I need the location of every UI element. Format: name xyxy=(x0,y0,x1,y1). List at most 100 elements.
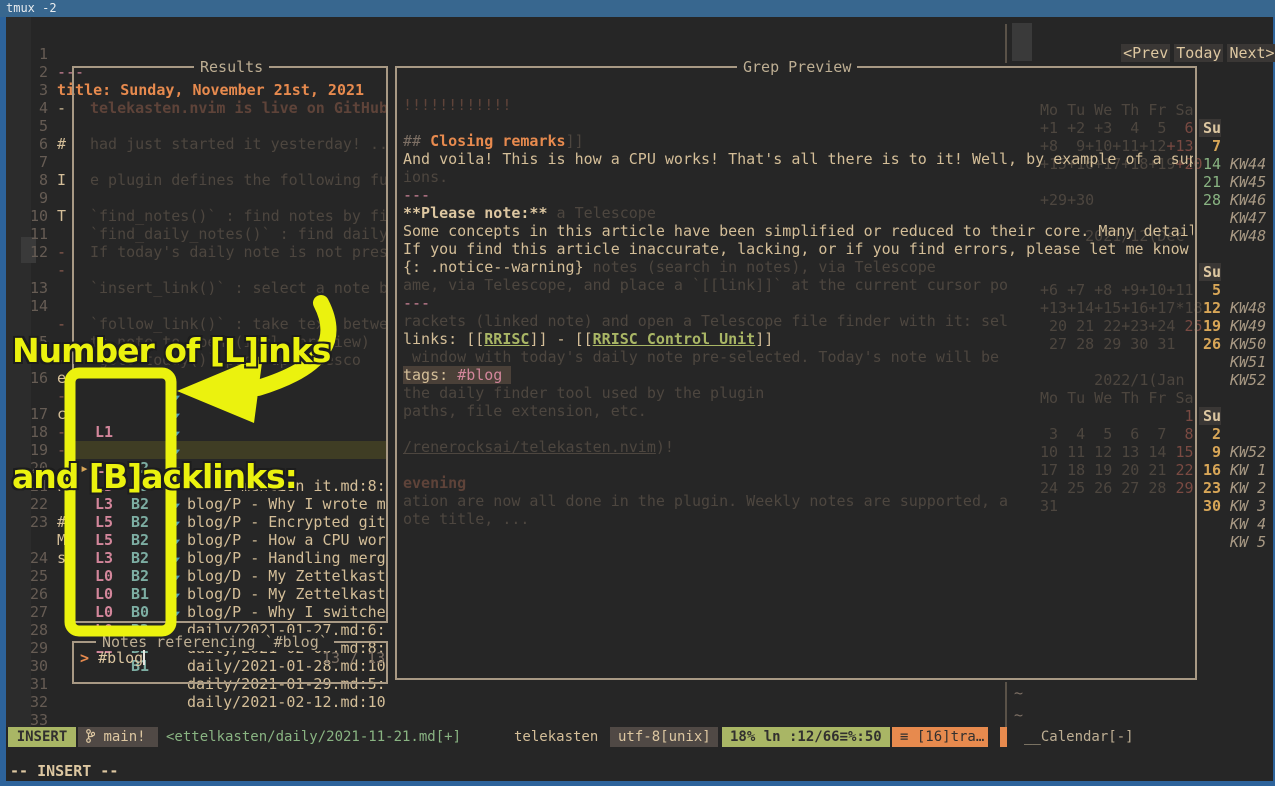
preview-line: evening xyxy=(403,474,466,492)
calendar-sunday-cell[interactable]: 23 xyxy=(1199,479,1221,497)
preview-line: {: .notice--warning} notes (search in no… xyxy=(403,258,936,276)
calendar-week-label: KW44 xyxy=(1230,155,1266,173)
calendar-sunday-cell[interactable]: 5 xyxy=(1199,281,1221,299)
encoding-segment: utf-8[unix] xyxy=(610,727,718,747)
git-branch-icon xyxy=(86,729,95,749)
calendar-sunday-cell[interactable]: 7 xyxy=(1199,137,1221,155)
calendar-week-label: KW 4 xyxy=(1230,515,1266,533)
prompt-counter: 13 / 13 xyxy=(322,649,385,667)
window-separator-bottom xyxy=(1005,682,1007,727)
preview-line: window with today's daily note pre-selec… xyxy=(403,348,999,366)
preview-line: ation are now all done in the plugin. We… xyxy=(403,492,1008,510)
preview-line: rackets (linked note) and open a Telesco… xyxy=(403,312,1008,330)
calendar-week-label: KW46 xyxy=(1230,191,1266,209)
result-row[interactable]: L2 B1 daily/2021-02-12.md:10 xyxy=(74,603,386,621)
buffer-info-segment: ≡ [16]tra… xyxy=(892,727,988,747)
preview-line: --- xyxy=(403,294,430,312)
calendar-sunday-cell[interactable]: 30 xyxy=(1199,497,1221,515)
calendar-cursor-block xyxy=(1012,23,1032,61)
prompt-box: Notes referencing `#blog` > #blog 13 / 1… xyxy=(72,641,388,684)
calendar-week-label: KW51 xyxy=(1230,353,1266,371)
empty-line-tilde: ~ xyxy=(1014,706,1023,724)
calendar-row: Su xyxy=(0,227,54,245)
preview-line: ote title, ... xyxy=(403,510,529,528)
buffer-text: # xyxy=(57,135,66,153)
result-text: daily/2021-02-12.md:10 xyxy=(187,693,386,711)
window-titlebar: tmux -2 xyxy=(0,0,1275,17)
calendar-sunday-cell[interactable]: Su xyxy=(1199,407,1221,425)
calendar-week-label: KW 2 xyxy=(1230,479,1266,497)
preview-line: !!!!!!!!!!!! xyxy=(403,96,511,114)
calendar-row: 2021/12(Dec xyxy=(0,209,54,227)
calendar-row: +1 +2 +3 4 5 6 7 KW44 xyxy=(0,101,54,119)
calendar-today-button[interactable]: Today xyxy=(1174,44,1223,62)
git-branch-label: main! xyxy=(103,729,145,745)
calendar-row: +15+16+17+18+19+20 21 KW46 xyxy=(0,137,54,155)
preview-line: links: [[RRISC]] - [[RRISC Control Unit]… xyxy=(403,330,773,348)
calendar-sunday-cell[interactable]: 2 xyxy=(1199,425,1221,443)
annotation-line-1: Number of [L]inks xyxy=(12,330,330,372)
result-row[interactable]: L0 B2 daily/2021-01-29.md:5: xyxy=(74,585,386,603)
preview-line: And voila! This is how a CPU works! That… xyxy=(403,150,1193,168)
preview-line: **Please note:** a Telescope xyxy=(403,204,656,222)
preview-line: --- xyxy=(403,186,430,204)
buffer-line-gutter: 33 xyxy=(0,693,54,711)
window-separator-top xyxy=(1005,24,1007,63)
calendar-sunday-cell[interactable]: Su xyxy=(1199,119,1221,137)
buffer-line-gutter: 32 xyxy=(0,675,54,693)
calendar-week-label: KW48 xyxy=(1230,227,1266,245)
calendar-week-label: KW 1 xyxy=(1230,461,1266,479)
calendar-sunday-cell[interactable]: 16 xyxy=(1199,461,1221,479)
buffer-text: I xyxy=(57,171,66,189)
prompt-query: #blog xyxy=(98,649,143,667)
calendar-week-label: KW52 xyxy=(1230,443,1266,461)
grep-preview-title: Grep Preview xyxy=(737,58,857,76)
buffer-line-gutter: 30 xyxy=(0,639,54,657)
mode-indicator: INSERT xyxy=(8,727,76,747)
calendar-statusline-cap xyxy=(1000,727,1007,747)
plugin-name-segment: telekasten xyxy=(514,727,598,747)
calendar-week-label: KW45 xyxy=(1230,173,1266,191)
calendar-next-button[interactable]: Next> xyxy=(1227,44,1275,62)
mode-message: -- INSERT -- xyxy=(10,762,118,780)
buffer-line-gutter: 1 --- xyxy=(0,27,54,45)
text-cursor xyxy=(143,650,145,665)
calendar-sunday-cell[interactable]: 9 xyxy=(1199,443,1221,461)
results-pane-title: Results xyxy=(194,58,269,76)
calendar-row: 28 KW47 xyxy=(0,155,54,173)
calendar-prev-button[interactable]: <Prev xyxy=(1121,44,1170,62)
window-title: tmux -2 xyxy=(6,1,57,15)
filename-segment: <ettelkasten/daily/2021-11-21.md[+] xyxy=(166,727,461,747)
preview-line: ame, via Telescope, and place a `[[link]… xyxy=(403,276,1008,294)
preview-line: ions. xyxy=(403,168,448,186)
preview-line: If you find this article inaccurate, lac… xyxy=(403,240,1189,258)
calendar-week-label: KW50 xyxy=(1230,335,1266,353)
calendar-sunday-cell[interactable]: 21 xyxy=(1199,173,1221,191)
calendar-week-label: KW52 xyxy=(1230,371,1266,389)
calendar-sunday-cell[interactable]: 28 xyxy=(1199,191,1221,209)
buffer-line-gutter: 28 xyxy=(0,603,54,621)
preview-line: ## Closing remarks]] xyxy=(403,132,584,150)
calendar-row: +8 9+10+11+12+13 14 KW45 xyxy=(0,119,54,137)
prompt-caret: > xyxy=(80,649,89,667)
position-segment: 18% ln :12/66≡%:50 xyxy=(722,727,890,747)
calendar-week-label: KW48 xyxy=(1230,299,1266,317)
terminal-screen: tmux -2 1 --- 2 title: Sunday, November … xyxy=(0,0,1275,786)
buffer-line-gutter: 27 xyxy=(0,585,54,603)
buffer-line-gutter: 31 xyxy=(0,657,54,675)
annotation-text: Number of [L]inks and [B]acklinks: xyxy=(12,246,330,582)
buffer-line-gutter: 3 - xyxy=(0,63,54,81)
buffer-text: T xyxy=(57,207,66,225)
calendar-row: +29+30 KW48 xyxy=(0,173,54,191)
calendar-week-label: KW49 xyxy=(1230,317,1266,335)
annotation-line-2: and [B]acklinks: xyxy=(12,456,330,498)
preview-line: paths, file extension, etc. xyxy=(403,402,647,420)
preview-line: the daily finder tool used by the plugin xyxy=(403,384,764,402)
calendar-sunday-cell[interactable]: Su xyxy=(1199,263,1221,281)
git-branch-segment: main! xyxy=(78,727,158,747)
prompt-input[interactable]: > #blog xyxy=(80,649,145,667)
calendar-sunday-cell[interactable]: 26 xyxy=(1199,335,1221,353)
calendar-week-label: KW47 xyxy=(1230,209,1266,227)
calendar-week-label: KW 3 xyxy=(1230,497,1266,515)
frame-bottom xyxy=(0,781,1275,786)
